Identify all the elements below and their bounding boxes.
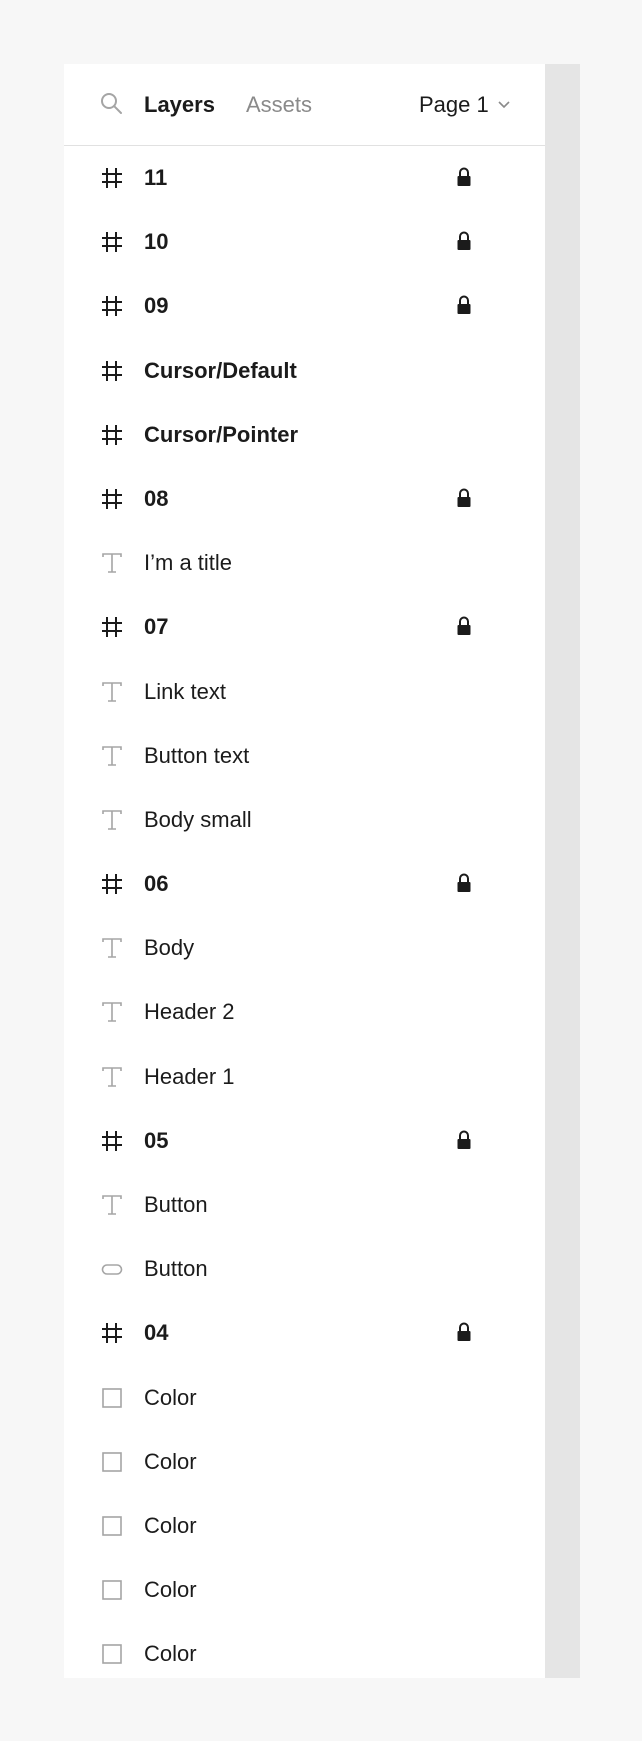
pill-shape-icon — [101, 1264, 123, 1275]
text-layer-icon — [102, 1195, 122, 1215]
layer-row[interactable]: Cursor/Pointer — [64, 403, 545, 467]
panel-header: Layers Assets Page 1 — [64, 64, 545, 146]
layer-label: Color — [144, 1448, 197, 1474]
layer-label: Color — [144, 1641, 197, 1667]
layer-row[interactable]: 11 — [64, 146, 545, 210]
frame-hash-icon — [102, 874, 122, 895]
layers-list: 11 10 09 Cursor/Default Cursor/Pointer 08 I’m … — [64, 146, 545, 1687]
frame-hash-icon — [102, 168, 122, 188]
rectangle-icon — [102, 1516, 122, 1536]
layer-row[interactable]: 10 — [64, 210, 545, 274]
lock-icon[interactable] — [456, 487, 472, 509]
scrollbar[interactable] — [545, 64, 580, 1678]
layer-row[interactable]: Color — [64, 1494, 545, 1558]
text-layer-icon — [102, 810, 122, 830]
layer-row[interactable]: 08 — [64, 467, 545, 531]
layer-label: Header 1 — [144, 1063, 235, 1089]
layer-row[interactable]: 04 — [64, 1301, 545, 1365]
layer-label: Color — [144, 1512, 197, 1538]
layer-row[interactable]: Cursor/Default — [64, 339, 545, 403]
chevron-down-icon[interactable] — [497, 99, 511, 111]
page-selector[interactable]: Page 1 — [419, 92, 489, 118]
layer-label: 05 — [144, 1127, 169, 1153]
text-layer-icon — [102, 745, 122, 766]
rectangle-icon — [102, 1387, 122, 1408]
frame-hash-icon — [102, 360, 122, 381]
layers-panel: Layers Assets Page 1 11 10 09 Cursor/Defaul… — [64, 64, 545, 1678]
layer-label: Button — [144, 1256, 208, 1282]
layer-label: Cursor/Pointer — [144, 421, 299, 447]
layer-row[interactable]: Color — [64, 1430, 545, 1494]
frame-hash-icon — [102, 424, 122, 445]
layer-row[interactable]: Button — [64, 1237, 545, 1301]
layer-label: Cursor/Default — [144, 357, 297, 383]
layer-row[interactable]: Header 1 — [64, 1045, 545, 1109]
search-icon[interactable] — [99, 91, 123, 115]
layer-label: Body small — [144, 806, 252, 832]
rectangle-icon — [102, 1451, 122, 1472]
lock-icon[interactable] — [456, 1129, 472, 1151]
layer-row[interactable]: Button — [64, 1173, 545, 1237]
layer-row[interactable]: Color — [64, 1622, 545, 1686]
text-layer-icon — [102, 938, 122, 959]
layer-label: Header 2 — [144, 999, 235, 1025]
frame-hash-icon — [102, 232, 122, 253]
text-layer-icon — [102, 553, 122, 573]
lock-icon[interactable] — [456, 230, 472, 252]
rectangle-icon — [102, 1580, 122, 1600]
layer-label: 08 — [144, 485, 169, 511]
text-layer-icon — [102, 1066, 122, 1087]
frame-hash-icon — [102, 1130, 122, 1151]
frame-hash-icon — [102, 617, 122, 638]
frame-hash-icon — [102, 1323, 122, 1344]
layer-row[interactable]: Link text — [64, 660, 545, 724]
frame-hash-icon — [102, 296, 122, 317]
lock-icon[interactable] — [456, 294, 472, 316]
layer-label: 06 — [144, 871, 169, 897]
layer-row[interactable]: 09 — [64, 274, 545, 338]
layer-row[interactable]: Body small — [64, 788, 545, 852]
layer-label: 11 — [144, 165, 168, 190]
layer-label: 10 — [144, 229, 169, 255]
text-layer-icon — [102, 681, 122, 702]
rectangle-icon — [102, 1644, 122, 1665]
layer-label: 09 — [144, 293, 169, 319]
tab-assets[interactable]: Assets — [246, 92, 312, 118]
layer-row[interactable]: Body — [64, 916, 545, 980]
layer-label: 07 — [144, 614, 169, 640]
layer-label: 04 — [144, 1320, 169, 1346]
text-layer-icon — [102, 1002, 122, 1023]
layer-row[interactable]: Color — [64, 1366, 545, 1430]
lock-icon[interactable] — [456, 1321, 472, 1343]
layer-row[interactable]: 05 — [64, 1109, 545, 1173]
layer-label: Button text — [144, 742, 250, 768]
tab-layers[interactable]: Layers — [144, 92, 215, 118]
lock-icon[interactable] — [456, 615, 472, 637]
layer-label: Link text — [144, 678, 226, 704]
layer-label: Color — [144, 1384, 197, 1410]
layer-row[interactable]: 06 — [64, 852, 545, 916]
layer-label: Color — [144, 1577, 197, 1603]
layer-label: Body — [144, 935, 195, 961]
layer-label: I’m a title — [144, 550, 233, 576]
layer-row[interactable]: Header 2 — [64, 980, 545, 1044]
layer-label: Button — [144, 1192, 208, 1217]
layer-row[interactable]: I’m a title — [64, 531, 545, 595]
frame-hash-icon — [102, 488, 122, 509]
layer-row[interactable]: Button text — [64, 724, 545, 788]
lock-icon[interactable] — [456, 166, 472, 188]
layer-row[interactable]: 07 — [64, 595, 545, 659]
layer-row[interactable]: Color — [64, 1558, 545, 1622]
lock-icon[interactable] — [456, 872, 472, 894]
